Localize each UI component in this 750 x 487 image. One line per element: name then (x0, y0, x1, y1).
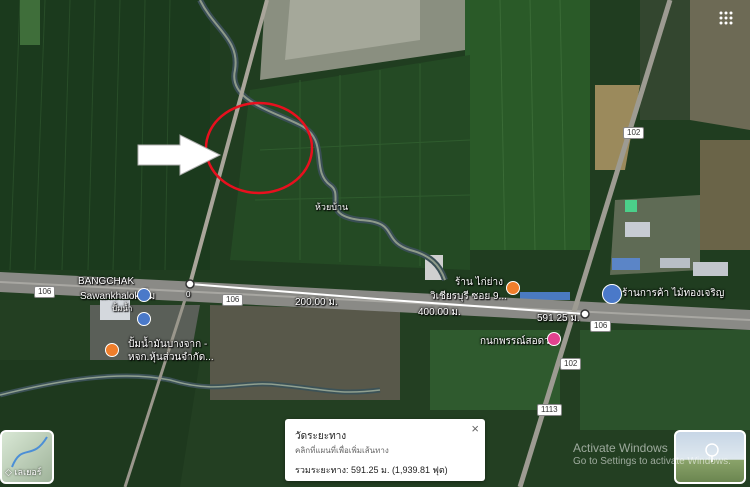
place-label-restaurant-2[interactable]: วิเชียรบุรี ซอย 9... (430, 289, 507, 304)
place-label-restaurant[interactable]: ร้าน ไก่ย่าง (455, 275, 503, 290)
road-shield-1113: 1113 (537, 404, 562, 416)
satellite-map[interactable] (0, 0, 750, 487)
shop-poi-icon[interactable] (105, 343, 119, 357)
road-shield-102: 102 (560, 358, 582, 370)
layers-button[interactable]: ◇ เลเยอร์ (0, 430, 54, 484)
measure-mark-0: 0 (186, 290, 191, 299)
place-label-kpn[interactable]: กนกพรรณ์สอดวง (480, 334, 555, 349)
fuel-poi-icon[interactable] (137, 312, 151, 326)
fuel-poi-icon[interactable] (137, 288, 151, 302)
layers-label: ◇ เลเยอร์ (5, 467, 42, 477)
road-shield-106: 106 (34, 286, 56, 298)
measure-distance-panel: วัดระยะทาง คลิกที่แผนที่เพื่อเพิ่มเส้นทา… (285, 419, 485, 481)
waterway-label: ห้วยบ้าน (315, 202, 349, 212)
road-shield-106: 106 (590, 320, 612, 332)
close-icon[interactable]: × (471, 421, 479, 436)
restaurant-poi-icon[interactable] (506, 281, 520, 295)
place-label-bangchak[interactable]: BANGCHAK (78, 276, 134, 287)
measure-mark-400: 400.00 ม. (418, 307, 461, 318)
windows-activation-watermark: Activate Windows Go to Settings to activ… (573, 441, 731, 467)
store-poi-icon[interactable] (602, 284, 622, 304)
measure-title: วัดระยะทาง (295, 431, 347, 442)
road-shield-106: 106 (222, 294, 244, 306)
apps-grid-icon (719, 11, 733, 25)
measure-mark-591: 591.25 ม. (537, 313, 580, 324)
measure-hint: คลิกที่แผนที่เพื่อเพิ่มเส้นทาง (295, 446, 389, 455)
place-label-pump[interactable]: ปั้มน้ำ (112, 302, 132, 315)
place-label-store[interactable]: ร้านการค้า ไม้ทองเจริญ (622, 286, 724, 301)
measure-total: รวมระยะทาง: 591.25 ม. (1,939.81 ฟุต) (295, 465, 448, 475)
shopping-poi-icon[interactable] (547, 332, 561, 346)
measure-mark-200: 200.00 ม. (295, 297, 338, 308)
apps-grid-icon[interactable] (716, 10, 736, 30)
place-label-fuel-station-2[interactable]: หจก.หุ้นส่วนจำกัด... (128, 350, 214, 365)
road-shield-102: 102 (623, 127, 645, 139)
